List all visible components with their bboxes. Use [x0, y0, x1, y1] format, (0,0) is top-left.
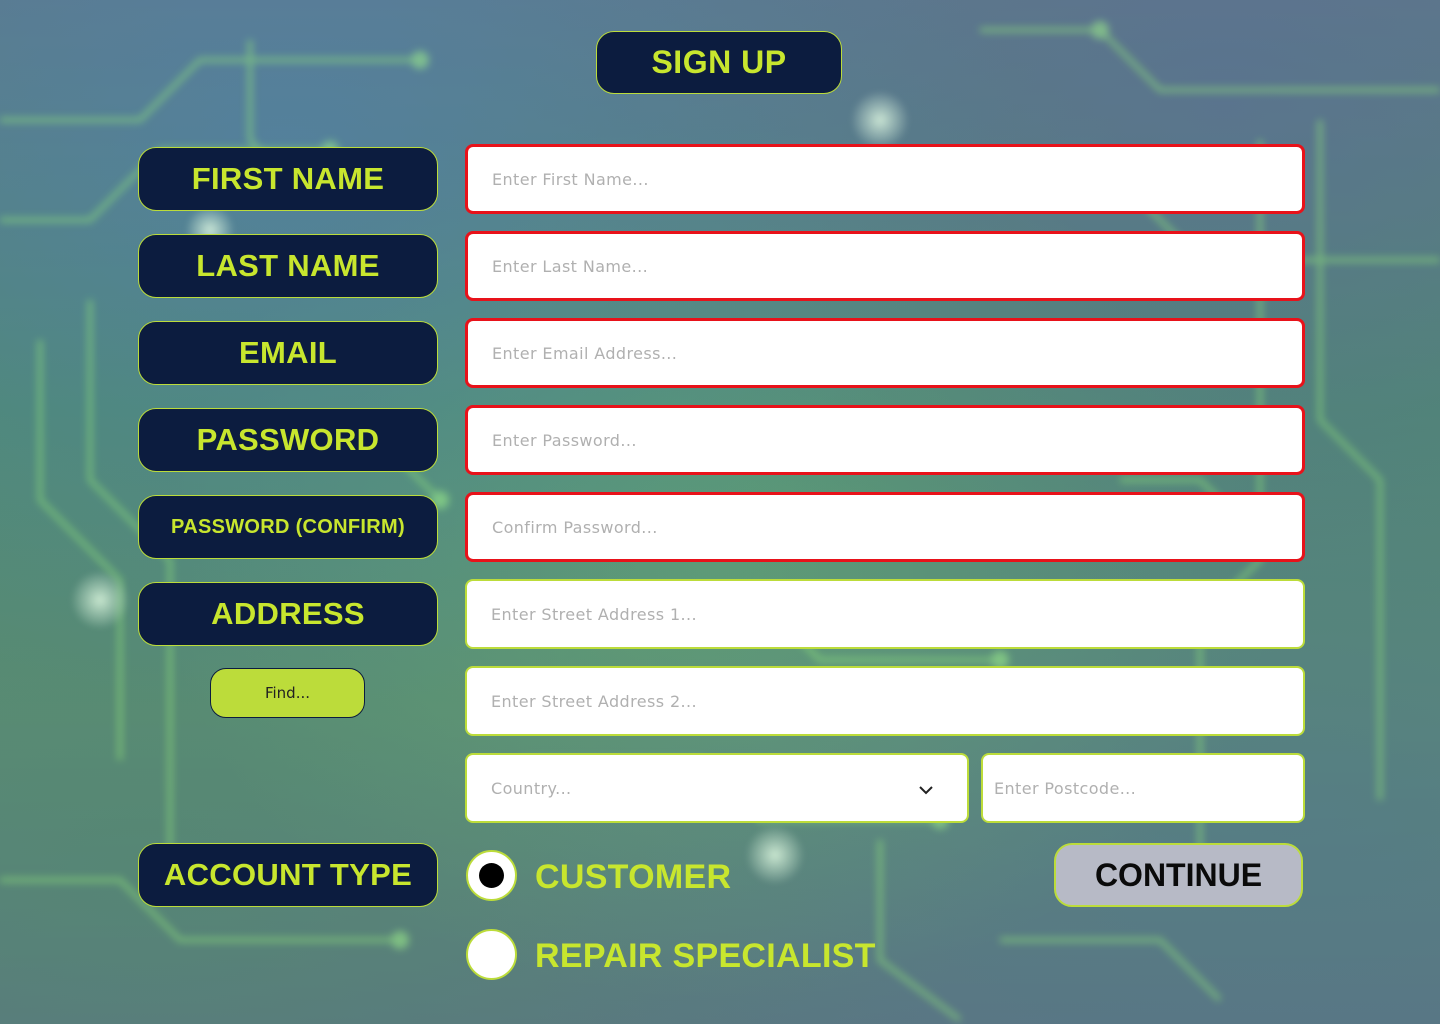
page-title: SIGN UP: [596, 31, 842, 94]
password-input[interactable]: [490, 429, 1302, 451]
address2-field[interactable]: [465, 666, 1305, 736]
address1-field[interactable]: [465, 579, 1305, 649]
last-name-input[interactable]: [490, 255, 1302, 277]
email-label: EMAIL: [138, 321, 438, 385]
customer-radio[interactable]: [466, 850, 517, 901]
postcode-input[interactable]: [992, 777, 1303, 799]
password-confirm-field[interactable]: [465, 492, 1305, 562]
email-field[interactable]: [465, 318, 1305, 388]
account-type-label: ACCOUNT TYPE: [138, 843, 438, 907]
first-name-label: FIRST NAME: [138, 147, 438, 211]
password-confirm-input[interactable]: [490, 516, 1302, 538]
password-field[interactable]: [465, 405, 1305, 475]
repair-specialist-radio[interactable]: [466, 929, 517, 980]
continue-button[interactable]: CONTINUE: [1054, 843, 1303, 907]
chevron-down-icon[interactable]: [919, 783, 933, 797]
last-name-label: LAST NAME: [138, 234, 438, 298]
address-label: ADDRESS: [138, 582, 438, 646]
first-name-field[interactable]: [465, 144, 1305, 214]
country-select[interactable]: [465, 753, 969, 823]
password-confirm-label: PASSWORD (CONFIRM): [138, 495, 438, 559]
last-name-field[interactable]: [465, 231, 1305, 301]
address2-input[interactable]: [489, 690, 1303, 712]
customer-radio-label[interactable]: CUSTOMER: [535, 858, 731, 897]
radio-selected-dot: [479, 863, 504, 888]
repair-specialist-radio-label[interactable]: REPAIR SPECIALIST: [535, 937, 876, 976]
address1-input[interactable]: [489, 603, 1303, 625]
password-label: PASSWORD: [138, 408, 438, 472]
country-input[interactable]: [489, 777, 967, 799]
email-input[interactable]: [490, 342, 1302, 364]
first-name-input[interactable]: [490, 168, 1302, 190]
find-address-button[interactable]: Find...: [210, 668, 365, 718]
postcode-field[interactable]: [981, 753, 1305, 823]
